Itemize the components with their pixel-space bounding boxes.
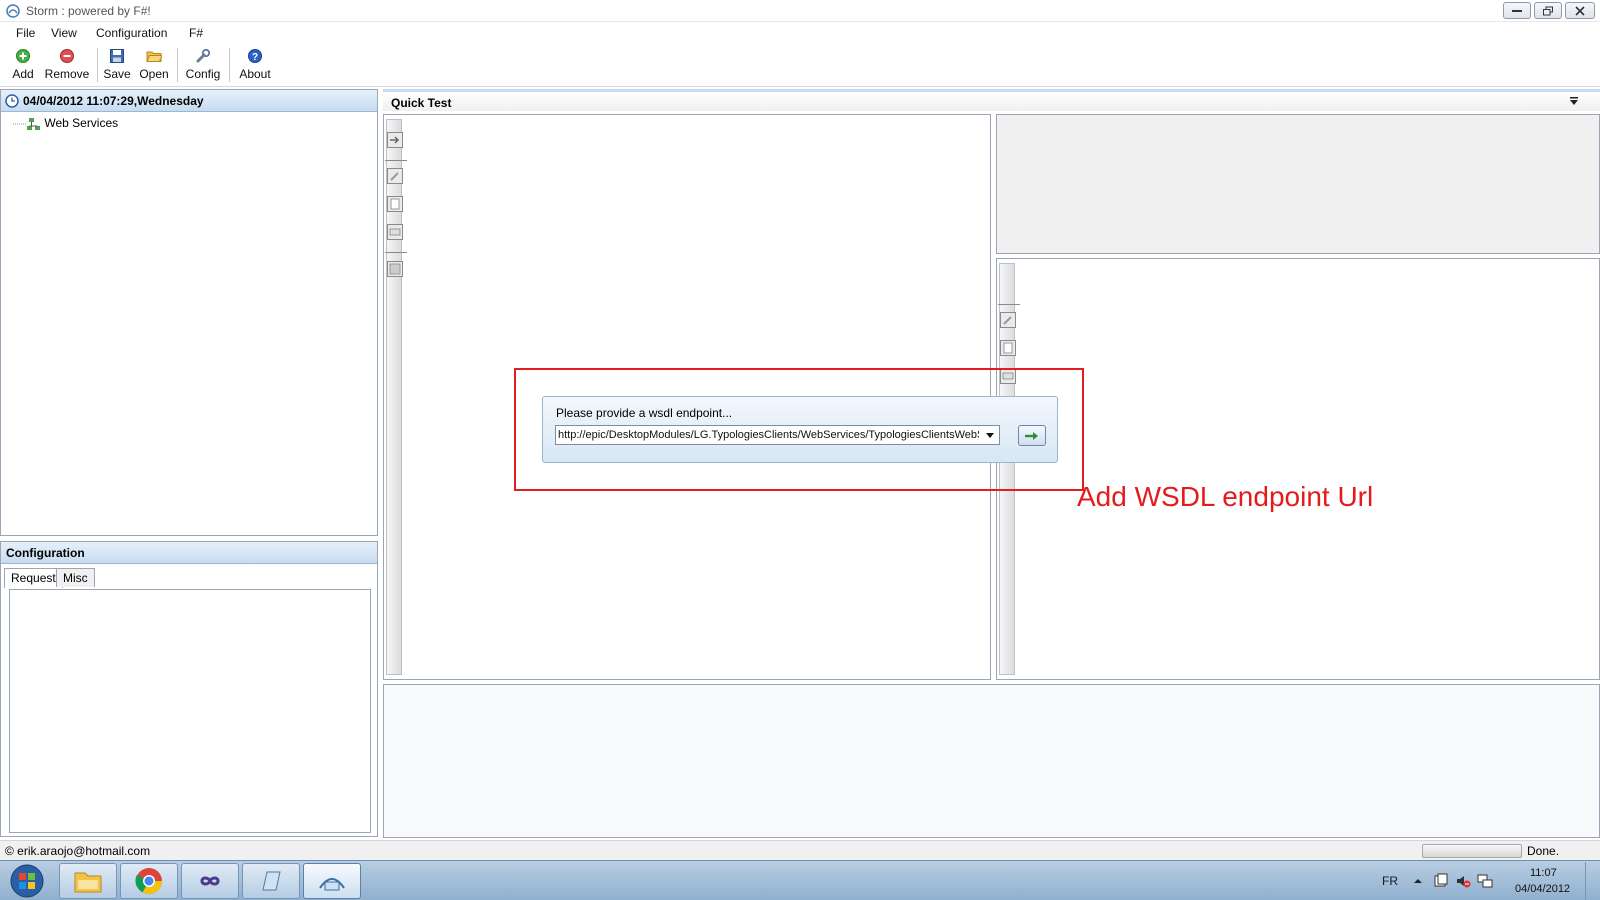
explorer-header: 04/04/2012 11:07:29,Wednesday [1, 90, 377, 112]
network-tree-icon [13, 117, 40, 130]
taskbar-storm-button[interactable] [303, 863, 361, 899]
clock-date[interactable]: 04/04/2012 [1515, 883, 1570, 895]
strip-edit-button[interactable] [387, 168, 403, 184]
send-arrow-button[interactable] [387, 132, 403, 148]
clock-icon [5, 94, 19, 108]
tab-misc[interactable]: Misc [56, 568, 95, 587]
status-text: Done. [1527, 844, 1560, 858]
strip-separator [998, 304, 1020, 305]
svg-text:?: ? [252, 52, 258, 63]
document-tab-bar: Quick Test [383, 89, 1600, 111]
taskbar-notepad-button[interactable] [242, 863, 300, 899]
menu-file[interactable]: File [16, 26, 35, 40]
clock-time[interactable]: 11:07 [1530, 867, 1557, 879]
document-icon [1003, 342, 1013, 354]
storm-app-icon [319, 878, 345, 891]
explorer-pane: 04/04/2012 11:07:29,Wednesday Web Servic… [0, 89, 378, 536]
save-button[interactable]: Save [103, 46, 131, 84]
restore-icon [1543, 6, 1553, 15]
action-center-icon[interactable] [1433, 873, 1449, 889]
strip-document-button[interactable] [1000, 340, 1016, 356]
config-button[interactable]: Config [184, 46, 222, 84]
wrench-icon [196, 48, 211, 63]
chevron-up-icon[interactable] [1410, 873, 1426, 889]
help-icon: ? [248, 49, 262, 63]
taskbar-explorer-button[interactable] [59, 863, 117, 899]
infinity-icon [200, 876, 220, 886]
add-icon [16, 49, 30, 63]
open-label: Open [139, 67, 169, 81]
language-indicator[interactable]: FR [1382, 874, 1398, 888]
tab-quick-test[interactable]: Quick Test [391, 96, 451, 110]
menu-configuration[interactable]: Configuration [96, 26, 167, 40]
tree-item-label: Web Services [44, 116, 119, 130]
pencil-icon [1003, 316, 1012, 325]
request-config-area[interactable] [9, 589, 371, 833]
strip-save-button[interactable] [387, 261, 403, 277]
strip-separator [385, 252, 407, 253]
folder-icon [74, 872, 102, 893]
menu-view[interactable]: View [51, 26, 77, 40]
title-bar: Storm : powered by F#! [0, 0, 1600, 22]
remove-button[interactable]: Remove [43, 46, 91, 84]
annotation-highlight-box [514, 368, 1084, 491]
windows-taskbar: FR 11:07 04/04/2012 [0, 860, 1600, 900]
add-button[interactable]: Add [10, 46, 36, 84]
configuration-header: Configuration [1, 542, 377, 564]
output-pane[interactable] [383, 684, 1600, 838]
status-progress-bar [1422, 844, 1522, 858]
strip-edit-button[interactable] [1000, 312, 1016, 328]
close-icon [1575, 5, 1585, 16]
request-vertical-toolbar [385, 119, 407, 675]
restore-button[interactable] [1534, 2, 1562, 19]
explorer-timestamp: 04/04/2012 11:07:29,Wednesday [23, 94, 204, 108]
close-button[interactable] [1565, 2, 1595, 19]
network-icon[interactable] [1477, 873, 1493, 889]
menu-fsharp[interactable]: F# [189, 26, 203, 40]
toolbar-separator [97, 48, 98, 82]
response-pane[interactable] [996, 258, 1600, 680]
grid-icon [389, 228, 401, 236]
results-summary-pane [996, 114, 1600, 254]
config-label: Config [185, 67, 221, 81]
window-title: Storm : powered by F#! [26, 4, 151, 18]
toolbar: Add Remove Save Open Config ? About [0, 43, 1600, 87]
about-label: About [239, 67, 271, 81]
strip-separator [385, 160, 407, 161]
remove-icon [60, 49, 74, 63]
open-button[interactable]: Open [138, 46, 170, 84]
tab-request[interactable]: Request [4, 568, 63, 588]
toolbar-separator [177, 48, 178, 82]
about-button[interactable]: ? About [237, 46, 273, 84]
taskbar-chrome-button[interactable] [120, 863, 178, 899]
folder-open-icon [146, 51, 162, 62]
status-bar: © erik.araojo@hotmail.com Done. [0, 840, 1600, 860]
save-icon [110, 49, 124, 63]
strip-document-button[interactable] [387, 196, 403, 212]
notepad-icon [262, 871, 281, 891]
show-desktop-button[interactable] [1585, 862, 1600, 900]
minimize-icon [1512, 9, 1522, 12]
tree-item-web-services[interactable]: Web Services [13, 116, 118, 131]
minimize-button[interactable] [1503, 2, 1531, 19]
document-icon [390, 198, 400, 210]
status-copyright: © erik.araojo@hotmail.com [5, 844, 151, 858]
arrow-right-icon [390, 136, 400, 144]
toolbar-separator [229, 48, 230, 82]
tab-list-dropdown-icon[interactable] [1568, 96, 1580, 106]
add-label: Add [12, 67, 34, 81]
start-button[interactable] [4, 863, 50, 899]
chrome-icon [135, 868, 163, 895]
disk-icon [389, 263, 401, 275]
remove-label: Remove [44, 67, 90, 81]
volume-muted-icon[interactable] [1455, 873, 1471, 889]
pencil-icon [390, 172, 399, 181]
menu-bar: File View Configuration F# [0, 23, 1600, 43]
annotation-text: Add WSDL endpoint Url [1077, 481, 1374, 512]
configuration-pane: Configuration Request Misc [0, 541, 378, 837]
strip-grid-button[interactable] [387, 224, 403, 240]
save-label: Save [103, 67, 131, 81]
taskbar-visual-studio-button[interactable] [181, 863, 239, 899]
storm-app-icon [6, 4, 20, 18]
